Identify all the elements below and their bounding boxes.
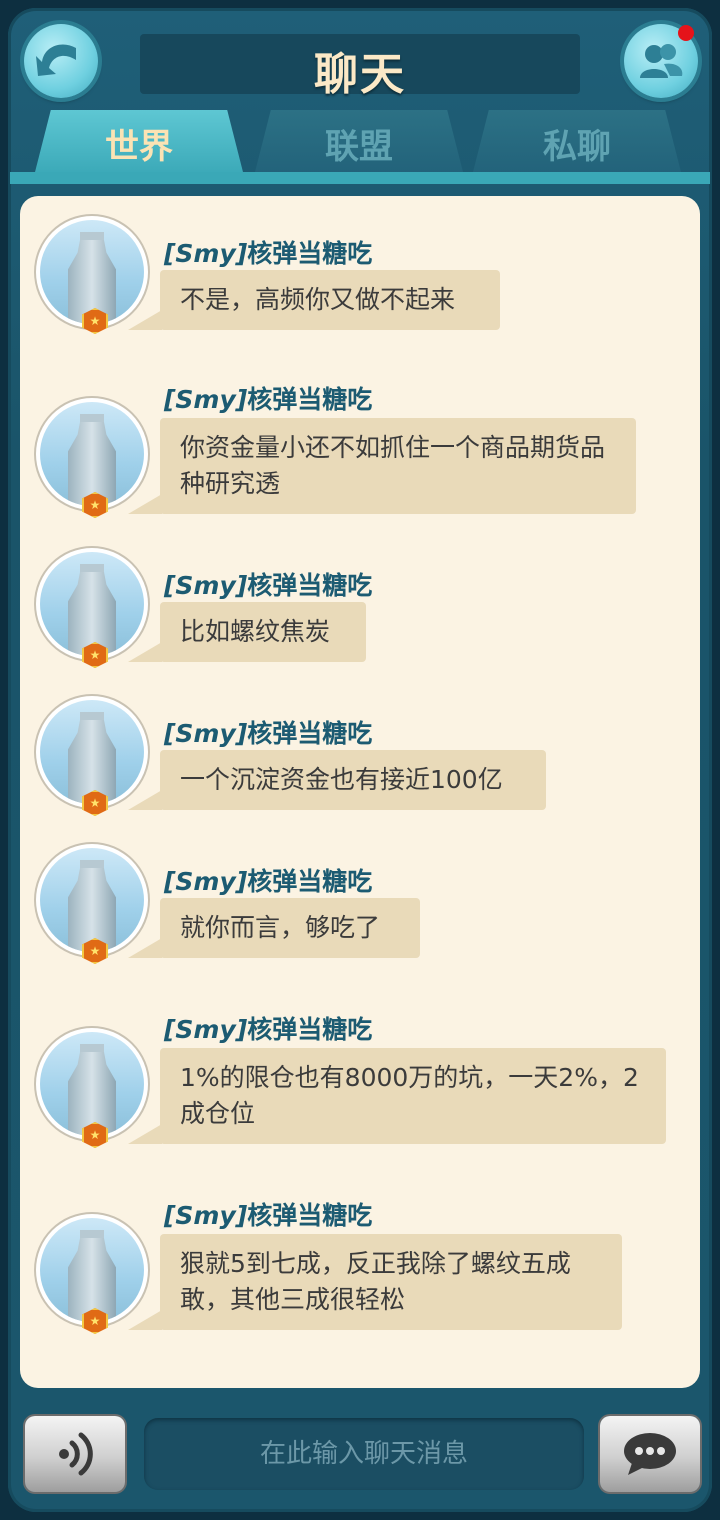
back-arrow-icon <box>36 44 76 76</box>
tab-underline <box>10 172 710 184</box>
message-bubble: 1%的限仓也有8000万的坑，一天2%，2成仓位 <box>160 1048 666 1144</box>
message-bubble: 一个沉淀资金也有接近100亿 <box>160 750 546 810</box>
voice-icon <box>59 1432 93 1476</box>
tab-alliance[interactable]: 联盟 <box>254 110 464 176</box>
chat-message-list[interactable]: ★ [Smy]核弹当糖吃 不是，高频你又做不起来 ★ [Smy]核弹当糖吃 你资… <box>20 196 700 1388</box>
avatar[interactable] <box>36 696 148 808</box>
tab-world[interactable]: 世界 <box>34 110 244 176</box>
sender-name[interactable]: [Smy]核弹当糖吃 <box>164 566 372 602</box>
sender-name[interactable]: [Smy]核弹当糖吃 <box>164 380 372 416</box>
avatar[interactable] <box>36 398 148 510</box>
sender-name[interactable]: [Smy]核弹当糖吃 <box>164 714 372 750</box>
message-bubble: 就你而言，够吃了 <box>160 898 420 958</box>
avatar[interactable] <box>36 844 148 956</box>
tab-private[interactable]: 私聊 <box>472 110 682 176</box>
message-bubble: 不是，高频你又做不起来 <box>160 270 500 330</box>
send-button[interactable] <box>600 1416 700 1492</box>
page-title: 聊天 <box>314 49 406 100</box>
notification-dot <box>678 25 694 41</box>
sender-name[interactable]: [Smy]核弹当糖吃 <box>164 234 372 270</box>
chat-bubble-icon <box>624 1433 676 1475</box>
voice-button[interactable] <box>25 1416 125 1492</box>
sender-name[interactable]: [Smy]核弹当糖吃 <box>164 862 372 898</box>
avatar[interactable] <box>36 1028 148 1140</box>
sender-name[interactable]: [Smy]核弹当糖吃 <box>164 1010 372 1046</box>
tab-bar: 世界 联盟 私聊 <box>0 110 720 176</box>
message-bubble: 狠就5到七成，反正我除了螺纹五成敢，其他三成很轻松 <box>160 1234 622 1330</box>
message-bubble: 比如螺纹焦炭 <box>160 602 366 662</box>
chat-input[interactable] <box>144 1418 584 1490</box>
message-bubble: 你资金量小还不如抓住一个商品期货品种研究透 <box>160 418 636 514</box>
avatar[interactable] <box>36 548 148 660</box>
sender-name[interactable]: [Smy]核弹当糖吃 <box>164 1196 372 1232</box>
back-button[interactable] <box>24 24 98 98</box>
avatar[interactable] <box>36 1214 148 1326</box>
